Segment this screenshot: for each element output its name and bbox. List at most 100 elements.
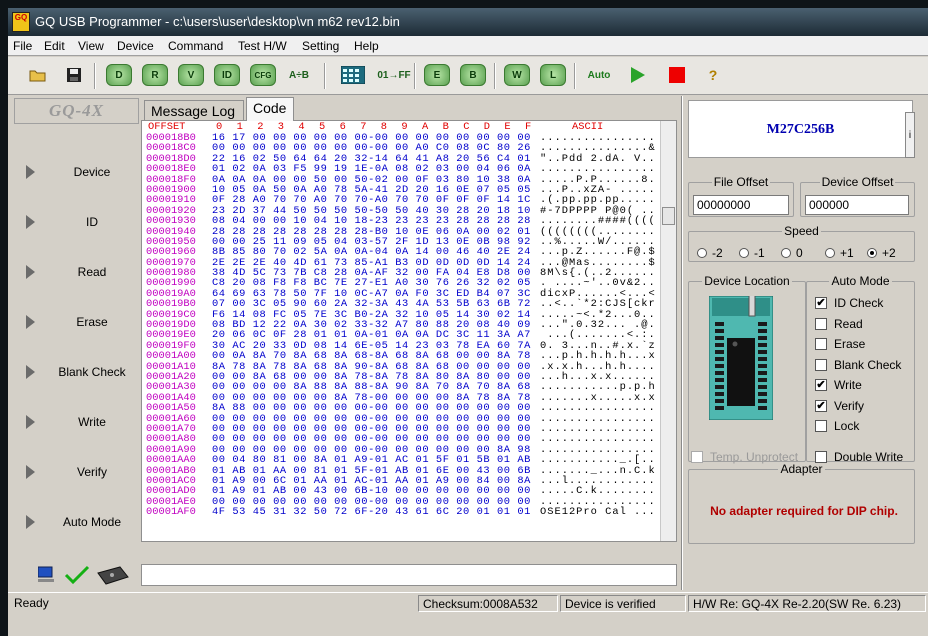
side-button-label: Read xyxy=(77,265,107,279)
menu-device[interactable]: Device xyxy=(117,39,154,53)
erase-button[interactable]: E xyxy=(422,61,452,89)
auto-option-erase[interactable]: Erase xyxy=(815,337,865,351)
computer-icon xyxy=(36,566,54,582)
unchecked-checkbox-icon[interactable] xyxy=(815,420,827,432)
device-button[interactable]: D xyxy=(104,61,134,89)
code-command-input[interactable] xyxy=(141,564,677,586)
speed-radio[interactable]: +1 xyxy=(825,246,854,260)
menu-help[interactable]: Help xyxy=(354,39,379,53)
config-button[interactable]: CFG xyxy=(248,61,278,89)
lock-button[interactable]: L xyxy=(538,61,568,89)
auto-option-id-check[interactable]: ✔ ID Check xyxy=(815,296,883,310)
toolbar-separator xyxy=(324,63,326,89)
radio-button-icon[interactable] xyxy=(781,248,791,258)
verify-button[interactable]: V xyxy=(176,61,206,89)
menu-edit[interactable]: Edit xyxy=(44,39,65,53)
hex-bytes: 00 04 80 81 00 8A 01 A9-01 AC 01 5F 01 5… xyxy=(212,454,531,467)
connection-status xyxy=(36,565,138,587)
menu-command[interactable]: Command xyxy=(168,39,223,53)
tab-message-log[interactable]: Message Log xyxy=(144,100,244,121)
side-button-device[interactable]: Device xyxy=(14,148,139,198)
unchecked-checkbox-icon[interactable] xyxy=(815,338,827,350)
write-button[interactable]: W xyxy=(502,61,532,89)
left-command-panel: GQ-4X Device ID Read Erase Blank Check Write V… xyxy=(14,98,139,590)
unchecked-checkbox-icon[interactable] xyxy=(815,317,827,330)
device-offset-label: Device Offset xyxy=(821,175,894,189)
read-button[interactable]: R xyxy=(140,61,170,89)
tab-code[interactable]: Code xyxy=(246,97,294,121)
save-disk-icon[interactable] xyxy=(59,61,89,89)
hex-bytes: 08 04 00 00 10 04 10 18-23 23 23 23 28 2… xyxy=(212,215,531,228)
read-chip-icon: R xyxy=(142,64,168,86)
id-button[interactable]: ID xyxy=(212,61,242,89)
checked-checkbox-icon[interactable]: ✔ xyxy=(815,379,827,391)
compare-button[interactable]: A÷B xyxy=(284,61,314,89)
auto-label: Auto xyxy=(587,69,611,81)
menu-view[interactable]: View xyxy=(78,39,104,53)
status-hw-version: H/W Re: GQ-4X Re-2.20(SW Re. 6.23) xyxy=(688,595,926,612)
menu-test-h-w[interactable]: Test H/W xyxy=(238,39,287,53)
speed-radio[interactable]: 0 xyxy=(781,246,803,260)
auto-option-read[interactable]: Read xyxy=(815,317,863,331)
open-folder-icon[interactable] xyxy=(23,61,53,89)
file-offset-input[interactable] xyxy=(693,195,789,215)
write-chip-icon: W xyxy=(504,64,530,86)
compare-label: A÷B xyxy=(289,69,309,81)
auto-option-lock[interactable]: Lock xyxy=(815,419,859,433)
fill-label: 01→FF xyxy=(377,69,411,81)
side-button-id[interactable]: ID xyxy=(14,198,139,248)
checked-checkbox-icon[interactable]: ✔ xyxy=(815,399,827,412)
blank-check-button[interactable]: B xyxy=(458,61,488,89)
chip-info-button[interactable]: i xyxy=(905,112,915,158)
hex-scrollbar-thumb[interactable] xyxy=(662,207,675,225)
hex-row[interactable]: 000018E0 01 02 0A 03 F5 99 19 1E-0A 08 02… xyxy=(142,164,662,175)
menu-setting[interactable]: Setting xyxy=(302,39,339,53)
radio-button-icon[interactable] xyxy=(739,248,749,258)
side-button-blank-check[interactable]: Blank Check xyxy=(14,348,139,398)
status-bar: Ready Checksum:0008A532 Device is verifi… xyxy=(8,592,928,612)
blank-chip-icon: B xyxy=(460,64,486,86)
adapter-label: Adapter xyxy=(780,462,823,476)
stop-icon[interactable] xyxy=(662,61,692,89)
auto-option-label: Lock xyxy=(834,419,860,433)
toolbar: D R V ID CFG A÷B 01→FF E B W L Auto ? xyxy=(8,57,928,95)
auto-option-verify[interactable]: ✔ Verify xyxy=(815,399,864,413)
hex-row[interactable]: 00001A50 8A 88 00 00 00 00 00 00-00 00 00… xyxy=(142,403,662,414)
speed-radio[interactable]: -1 xyxy=(739,246,765,260)
hex-row[interactable]: 00001AF0 4F 53 45 31 32 50 72 6F-20 43 61… xyxy=(142,507,662,518)
side-button-erase[interactable]: Erase xyxy=(14,298,139,348)
speed-radio[interactable]: +2 xyxy=(867,246,896,260)
id-chip-icon: ID xyxy=(214,64,240,86)
speed-radio[interactable]: -2 xyxy=(697,246,723,260)
auto-option-write[interactable]: ✔ Write xyxy=(815,378,862,392)
calculator-button[interactable] xyxy=(338,61,368,89)
radio-button-icon[interactable] xyxy=(697,248,707,258)
hex-editor[interactable]: OFFSET 0 1 2 3 4 5 6 7 8 9 A B C D E F ASCII 000018B0 16 … xyxy=(141,120,677,542)
file-offset-group: File Offset xyxy=(688,175,794,217)
device-offset-input[interactable] xyxy=(805,195,909,215)
auto-button[interactable]: Auto xyxy=(584,61,614,89)
side-button-write[interactable]: Write xyxy=(14,398,139,448)
auto-option-blank-check[interactable]: Blank Check xyxy=(815,358,901,372)
programmer-device-icon xyxy=(97,566,129,585)
arrow-right-icon xyxy=(26,515,35,529)
help-icon: ? xyxy=(708,67,718,83)
help-button[interactable]: ? xyxy=(698,61,728,89)
side-button-verify[interactable]: Verify xyxy=(14,448,139,498)
verify-chip-icon: V xyxy=(178,64,204,86)
hex-row[interactable]: 00001AA0 00 04 80 81 00 8A 01 A9-01 AC 01… xyxy=(142,454,662,467)
side-button-auto-mode[interactable]: Auto Mode xyxy=(14,498,139,548)
play-icon[interactable] xyxy=(622,61,652,89)
file-offset-label: File Offset xyxy=(713,175,769,189)
arrow-right-icon xyxy=(26,315,35,329)
hex-row[interactable]: 00001930 08 04 00 00 10 04 10 18-23 23 23… xyxy=(142,215,662,228)
toolbar-separator xyxy=(494,63,496,89)
hex-scrollbar[interactable] xyxy=(660,121,676,541)
side-button-read[interactable]: Read xyxy=(14,248,139,298)
menu-file[interactable]: File xyxy=(13,39,32,53)
checked-checkbox-icon[interactable]: ✔ xyxy=(815,297,827,309)
unchecked-checkbox-icon[interactable] xyxy=(815,358,827,371)
fill-button[interactable]: 01→FF xyxy=(374,61,414,89)
radio-button-icon[interactable] xyxy=(825,248,835,258)
radio-button-icon[interactable] xyxy=(867,248,877,258)
